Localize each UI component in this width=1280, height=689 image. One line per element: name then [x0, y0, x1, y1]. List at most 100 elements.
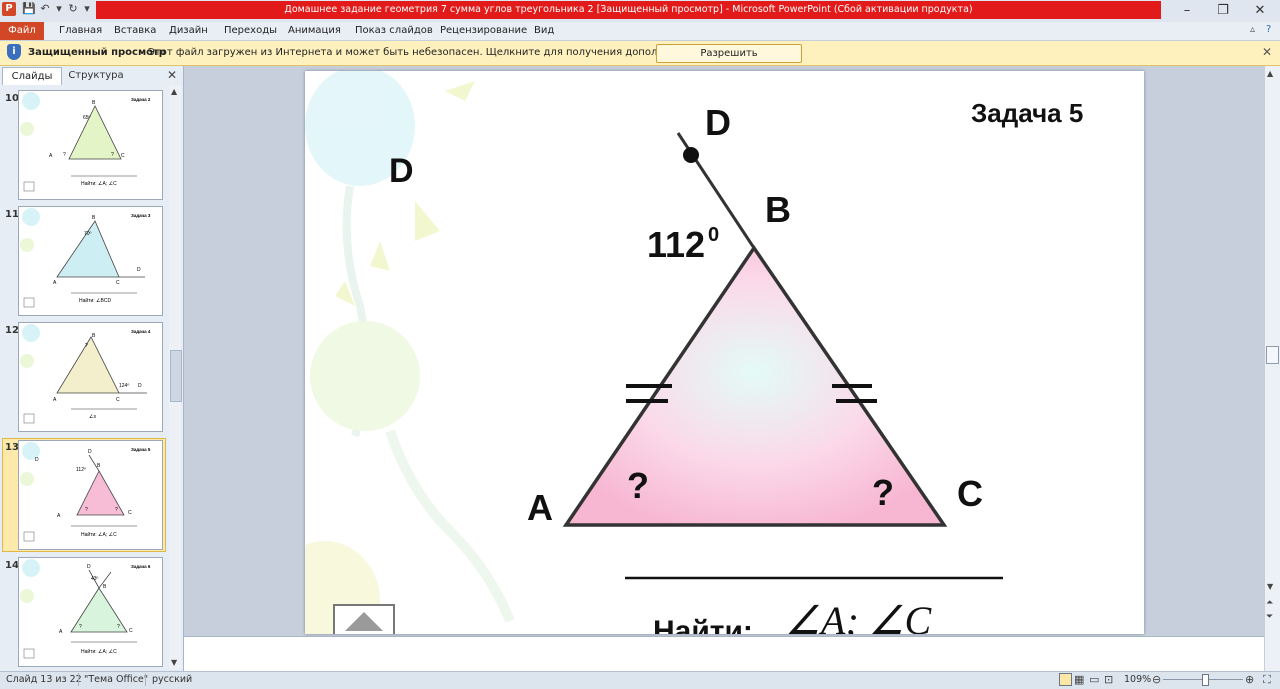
close-window-button[interactable]: ✕	[1243, 0, 1277, 22]
redo-icon[interactable]: ↻	[66, 2, 80, 16]
svg-text:B: B	[97, 463, 101, 469]
home-icon	[23, 413, 35, 424]
thumbnail-number: 11	[5, 209, 19, 220]
slideshow-icon[interactable]: ⊡	[1104, 673, 1113, 686]
tab-animations[interactable]: Анимация	[288, 22, 341, 40]
reading-view-icon[interactable]: ▭	[1089, 673, 1099, 686]
svg-text:B: B	[103, 584, 107, 590]
svg-text:?: ?	[63, 152, 66, 158]
slide-sorter-icon[interactable]: ▦	[1074, 673, 1084, 686]
zoom-slider-handle[interactable]	[1202, 674, 1209, 686]
tab-home[interactable]: Главная	[59, 22, 102, 40]
slide-thumbnail-14[interactable]: Задача 6 D 43º B A C ? ? Найти: ∠A; ∠C	[18, 557, 163, 667]
scroll-up-icon[interactable]: ▲	[1267, 69, 1273, 78]
undo-icon[interactable]: ↶	[38, 2, 52, 16]
thumb-find-text: Найти: ∠A; ∠C	[81, 180, 117, 187]
home-icon	[23, 648, 35, 659]
help-icon[interactable]: ?	[1266, 24, 1271, 35]
thumb-find-text: Найти: ∠A; ∠C	[81, 648, 117, 655]
svg-text:D: D	[87, 564, 91, 570]
thumb-task-title: Задача 4	[131, 329, 151, 334]
find-label: Найти:	[653, 615, 753, 634]
status-separator	[78, 673, 79, 686]
label-b: B	[765, 189, 791, 230]
svg-text:B: B	[92, 100, 96, 106]
home-icon	[23, 297, 35, 308]
thumb-find-text: Найти: ∠BCD	[79, 297, 111, 304]
svg-text:D: D	[88, 449, 92, 455]
slide-thumbnail-12[interactable]: Задача 4 B ? 124º D A C ∠s	[18, 322, 163, 432]
theme-name: "Тема Office"	[84, 674, 149, 685]
language-indicator[interactable]: русский	[152, 674, 192, 685]
slide-canvas[interactable]: Задача 5 D D B 112 0 A C ? ? Найти: ∠A; …	[305, 71, 1144, 634]
tab-file[interactable]: Файл	[0, 22, 44, 40]
slide-scrollbar-thumb[interactable]	[1266, 346, 1279, 364]
tab-view[interactable]: Вид	[534, 22, 554, 40]
powerpoint-app-icon[interactable]: P	[2, 2, 16, 16]
thumbnail-scrollbar-thumb[interactable]	[170, 350, 182, 402]
zoom-level[interactable]: 109%	[1124, 674, 1151, 685]
tab-transitions[interactable]: Переходы	[224, 22, 277, 40]
tab-insert[interactable]: Вставка	[114, 22, 156, 40]
tab-slides[interactable]: Слайды	[2, 67, 62, 85]
enable-editing-button[interactable]: Разрешить редактирование	[656, 44, 802, 76]
next-slide-icon[interactable]: ⏷	[1266, 612, 1273, 622]
thumb-task-title: Задача 3	[131, 213, 151, 218]
slide-counter: Слайд 13 из 22	[6, 674, 82, 685]
label-c: C	[957, 473, 983, 514]
svg-text:?: ?	[85, 507, 88, 513]
label-d-top: D	[705, 102, 731, 143]
fit-to-window-icon[interactable]: ⛶	[1263, 673, 1271, 687]
svg-text:D: D	[138, 383, 142, 389]
scroll-down-icon[interactable]: ▼	[171, 658, 177, 667]
close-icon[interactable]: ✕	[1262, 45, 1272, 59]
previous-slide-icon[interactable]: ⏶	[1266, 598, 1273, 608]
status-separator	[145, 673, 146, 686]
label-a: A	[527, 487, 553, 528]
find-angles: ∠A; ∠C	[785, 598, 932, 634]
normal-view-icon[interactable]	[1059, 673, 1072, 686]
zoom-in-icon[interactable]: ⊕	[1245, 673, 1254, 686]
svg-text:A: A	[49, 153, 53, 159]
thumbnail-drawing: Задача 5 D D B 112º A C ? ? Найти: ∠A; ∠…	[20, 442, 151, 542]
ribbon-minimize-icon[interactable]: ▵	[1250, 24, 1255, 35]
balloon-decoration	[20, 122, 34, 136]
thumb-task-title: Задача 5	[131, 447, 151, 452]
svg-text:B: B	[92, 333, 96, 339]
label-d-left: D	[389, 152, 414, 190]
thumb-task-title: Задача 2	[131, 97, 151, 102]
slide-thumbnail-10[interactable]: Задача 2 B 65º A C ? ? Найти: ∠A; ∠C	[18, 90, 163, 200]
undo-dropdown-icon[interactable]: ▾	[52, 2, 66, 16]
tab-slideshow[interactable]: Показ слайдов	[355, 22, 433, 40]
restore-button[interactable]: ❐	[1206, 0, 1240, 22]
thumbnail-number: 14	[5, 560, 19, 571]
svg-text:D: D	[137, 267, 141, 273]
svg-text:B: B	[92, 215, 96, 221]
thumb-angle-label: 124º	[119, 383, 129, 389]
save-icon[interactable]: 💾	[22, 2, 36, 16]
zoom-out-icon[interactable]: ⊖	[1152, 673, 1161, 686]
thumbnail-number: 13	[5, 442, 19, 453]
tab-review[interactable]: Рецензирование	[440, 22, 527, 40]
svg-text:?: ?	[115, 507, 118, 513]
slide-thumbnail-11[interactable]: Задача 3 B 70º A C D Найти: ∠BCD	[18, 206, 163, 316]
scroll-up-icon[interactable]: ▲	[171, 87, 177, 96]
svg-text:?: ?	[79, 624, 82, 630]
thumb-angle-label: 43º	[91, 576, 99, 582]
close-icon[interactable]: ✕	[167, 68, 177, 82]
window-title: Домашнее задание геометрия 7 сумма углов…	[96, 1, 1161, 19]
svg-text:A: A	[57, 513, 61, 519]
thumbnail-drawing: Задача 4 B ? 124º D A C ∠s	[20, 324, 151, 424]
notes-pane[interactable]	[184, 636, 1264, 671]
home-icon	[23, 181, 35, 192]
scroll-down-icon[interactable]: ▼	[1267, 582, 1273, 591]
tab-design[interactable]: Дизайн	[169, 22, 208, 40]
balloon-decoration	[22, 92, 40, 110]
protected-view-title: Защищенный просмотр	[28, 47, 166, 58]
tab-outline[interactable]: Структура	[63, 68, 129, 84]
thumb-find-text: Найти: ∠A; ∠C	[81, 531, 117, 538]
angle-degree-superscript: 0	[708, 224, 719, 246]
slide-thumbnail-13[interactable]: Задача 5 D D B 112º A C ? ? Найти: ∠A; ∠…	[18, 440, 163, 550]
quick-access-customize-icon[interactable]: ▾	[80, 2, 94, 16]
minimize-button[interactable]: –	[1170, 0, 1204, 22]
